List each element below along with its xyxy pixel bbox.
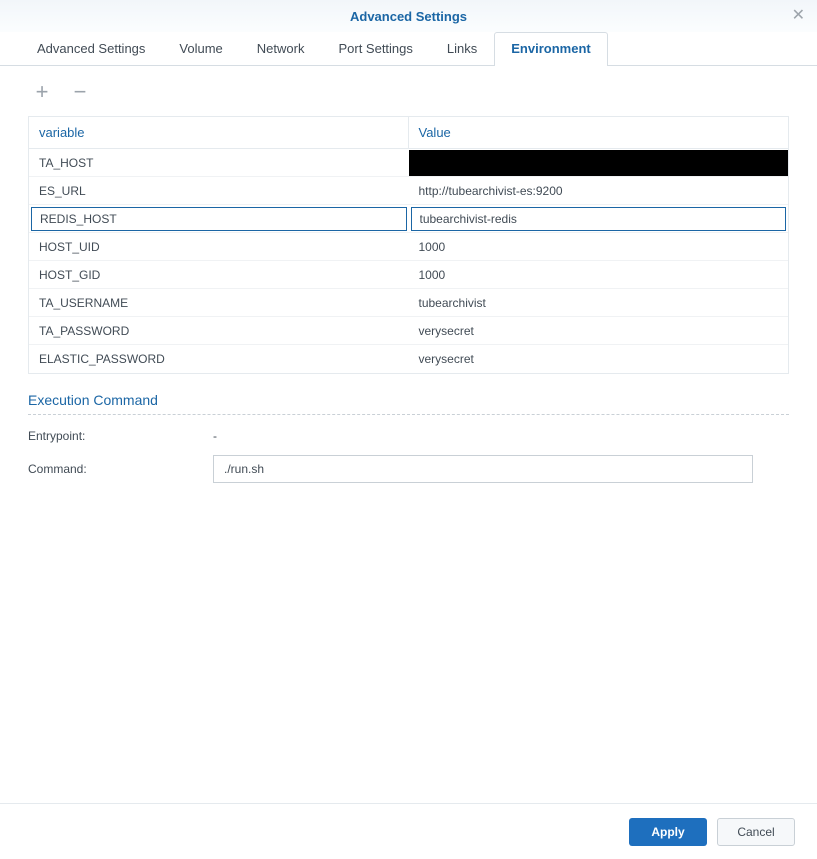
env-variables-table: variable Value TA_HOSTES_URLhttp://tubea… [28,116,789,374]
entrypoint-value: - [213,429,789,443]
cell-value[interactable]: verysecret [409,345,789,373]
variable-input[interactable] [31,207,407,231]
cell-variable[interactable]: ES_URL [29,177,409,204]
table-header-row: variable Value [29,117,788,149]
table-row[interactable]: HOST_UID1000 [29,233,788,261]
cell-value[interactable] [409,205,789,232]
cell-value[interactable]: 1000 [409,233,789,260]
table-row[interactable]: ELASTIC_PASSWORDverysecret [29,345,788,373]
tabs-nav: Advanced SettingsVolumeNetworkPort Setti… [0,32,817,66]
value-input[interactable] [411,207,787,231]
table-row[interactable]: TA_PASSWORDverysecret [29,317,788,345]
env-toolbar: + − [28,80,789,116]
modal-header: Advanced Settings ✕ [0,0,817,32]
advanced-settings-modal: Advanced Settings ✕ Advanced SettingsVol… [0,0,817,859]
cell-variable[interactable]: TA_USERNAME [29,289,409,316]
command-row: Command: [28,455,789,483]
section-divider [28,414,789,415]
cell-value[interactable] [409,149,789,176]
table-row[interactable] [29,205,788,233]
close-icon[interactable]: ✕ [792,8,805,24]
remove-icon[interactable]: − [70,82,90,102]
cell-value[interactable]: http://tubearchivist-es:9200 [409,177,789,204]
table-row[interactable]: HOST_GID1000 [29,261,788,289]
table-row[interactable]: TA_HOST [29,149,788,177]
execution-command-title: Execution Command [28,392,789,408]
cell-variable[interactable]: TA_HOST [29,149,409,176]
tab-volume[interactable]: Volume [162,32,239,65]
tab-environment[interactable]: Environment [494,32,607,65]
tab-network[interactable]: Network [240,32,322,65]
cell-variable[interactable]: HOST_UID [29,233,409,260]
command-input[interactable] [213,455,753,483]
entrypoint-label: Entrypoint: [28,429,213,443]
modal-footer: Apply Cancel [0,803,817,859]
cell-variable[interactable]: HOST_GID [29,261,409,288]
apply-button[interactable]: Apply [629,818,707,846]
tab-advanced-settings[interactable]: Advanced Settings [20,32,162,65]
cell-value[interactable]: verysecret [409,317,789,344]
cell-value[interactable]: 1000 [409,261,789,288]
cell-variable[interactable]: TA_PASSWORD [29,317,409,344]
cell-variable[interactable] [29,205,409,232]
table-row[interactable]: TA_USERNAMEtubearchivist [29,289,788,317]
redacted-value [409,150,789,176]
col-header-variable[interactable]: variable [29,117,409,148]
cell-variable[interactable]: ELASTIC_PASSWORD [29,345,409,373]
command-label: Command: [28,462,213,476]
cell-value[interactable]: tubearchivist [409,289,789,316]
tab-links[interactable]: Links [430,32,494,65]
col-header-value[interactable]: Value [409,117,789,148]
tab-content-environment: + − variable Value TA_HOSTES_URLhttp://t… [0,66,817,803]
table-row[interactable]: ES_URLhttp://tubearchivist-es:9200 [29,177,788,205]
entrypoint-row: Entrypoint: - [28,429,789,443]
cancel-button[interactable]: Cancel [717,818,795,846]
add-icon[interactable]: + [32,82,52,102]
modal-title: Advanced Settings [350,9,467,24]
table-body[interactable]: TA_HOSTES_URLhttp://tubearchivist-es:920… [29,149,788,373]
tab-port-settings[interactable]: Port Settings [321,32,429,65]
